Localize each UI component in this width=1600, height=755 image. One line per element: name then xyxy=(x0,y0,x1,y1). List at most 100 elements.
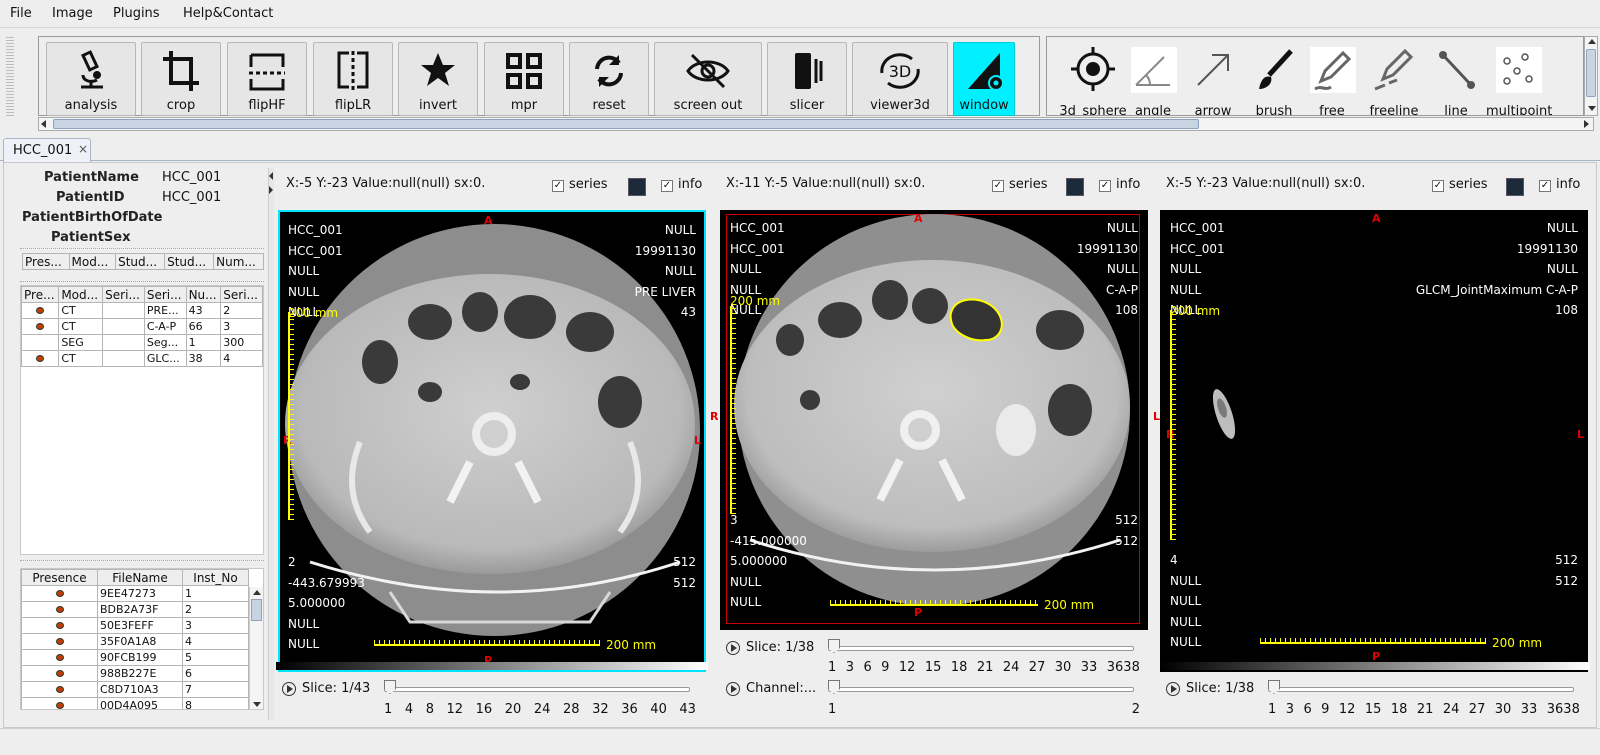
file-table-scrollbar[interactable] xyxy=(249,587,263,709)
overlay-bottom-right: 512 512 xyxy=(1115,513,1138,548)
study-col-study-1[interactable]: Stud... xyxy=(115,253,166,270)
angle-icon xyxy=(1135,56,1170,86)
file-row[interactable]: 988B227E 6 xyxy=(21,665,249,682)
line-button[interactable]: line xyxy=(1428,45,1484,115)
window-button[interactable]: window xyxy=(953,42,1015,116)
slicer-button[interactable]: slicer xyxy=(767,42,847,116)
menu-plugins[interactable]: Plugins xyxy=(113,6,160,21)
series-row[interactable]: SEG Seg... 1 300 xyxy=(20,334,263,351)
series-row[interactable]: CT C-A-P 66 3 xyxy=(20,318,263,335)
fliplr-button[interactable]: flipLR xyxy=(313,42,393,116)
patient-name-value: HCC_001 xyxy=(162,170,222,185)
play-channel-button[interactable] xyxy=(726,682,740,696)
series-col-series-1[interactable]: Seri... xyxy=(102,286,145,303)
play-slice-button[interactable] xyxy=(726,641,740,655)
file-row[interactable]: 90FCB199 5 xyxy=(21,649,249,666)
viewer-3: X:-5 Y:-23 Value:null(null) sx:0. ✓ seri… xyxy=(1160,168,1590,720)
toolbar-horizontal-scrollbar[interactable] xyxy=(38,117,1594,131)
target-icon xyxy=(1071,47,1115,91)
freeline-button[interactable]: freeline xyxy=(1366,45,1422,115)
mpr-button[interactable]: mpr xyxy=(484,42,564,116)
reset-button[interactable]: reset xyxy=(569,42,649,116)
series-thumbnail[interactable] xyxy=(628,178,646,196)
vertical-scale-label: 200 mm xyxy=(730,294,781,308)
file-row[interactable]: 50E3FEFF 3 xyxy=(21,617,249,634)
series-row[interactable]: CT PRE... 43 2 xyxy=(20,302,263,319)
fliphf-button[interactable]: flipHF xyxy=(227,42,307,116)
menu-image[interactable]: Image xyxy=(52,6,93,21)
pencil-icon xyxy=(1314,50,1352,91)
study-col-modality[interactable]: Mod... xyxy=(68,253,117,270)
orientation-top: A xyxy=(914,212,923,225)
study-col-presence[interactable]: Pres... xyxy=(22,253,70,270)
slice-slider[interactable] xyxy=(1268,687,1574,692)
invert-button[interactable]: invert xyxy=(398,42,478,116)
image-canvas[interactable]: HCC_001 HCC_001 NULL NULL NULL NULL 19991130 N… xyxy=(1160,210,1588,672)
menu-file[interactable]: File xyxy=(10,6,32,21)
slice-slider[interactable] xyxy=(384,687,690,692)
free-button[interactable]: free xyxy=(1304,45,1360,115)
analysis-button[interactable]: analysis xyxy=(46,42,136,116)
series-table-area: Pre... Mod... Seri... Seri... Nu... Seri… xyxy=(20,285,264,555)
screen-out-button[interactable]: screen out xyxy=(654,42,762,116)
arrow-icon xyxy=(1197,54,1229,86)
series-thumbnail[interactable] xyxy=(1506,178,1524,196)
slice-slider[interactable] xyxy=(828,646,1134,651)
cursor-coordinates: X:-5 Y:-23 Value:null(null) sx:0. xyxy=(286,176,486,191)
channel-slider[interactable] xyxy=(828,687,1134,692)
info-checkbox[interactable]: ✓ xyxy=(1099,180,1111,192)
file-row[interactable]: C8D710A3 7 xyxy=(21,681,249,698)
presence-icon xyxy=(55,622,64,629)
file-row[interactable]: BDB2A73F 2 xyxy=(21,601,249,618)
cursor-coordinates: X:-5 Y:-23 Value:null(null) sx:0. xyxy=(1166,176,1366,191)
file-row[interactable]: 00D4A095 8 xyxy=(21,697,249,709)
series-col-modality[interactable]: Mod... xyxy=(58,286,104,303)
star-icon xyxy=(421,53,455,86)
tab-hcc-001[interactable]: HCC_001 × xyxy=(3,138,91,162)
play-slice-button[interactable] xyxy=(1166,682,1180,696)
viewer3d-button[interactable]: 3D viewer3d xyxy=(852,42,948,116)
menu-help-contact[interactable]: Help&Contact xyxy=(183,6,273,21)
panel-splitter[interactable] xyxy=(268,168,274,720)
crop-icon xyxy=(163,51,199,91)
file-col-inst-no[interactable]: Inst_No xyxy=(182,569,249,586)
horizontal-scale-label: 200 mm xyxy=(1492,636,1543,650)
scroll-thumb[interactable] xyxy=(53,119,1199,129)
image-canvas[interactable]: HCC_001 HCC_001 NULL NULL NULL NULL 19991130 N… xyxy=(278,210,706,672)
file-table: Presence FileName Inst_No 9EE47273 1 BDB2… xyxy=(21,569,249,709)
file-row[interactable]: 35F0A1A8 4 xyxy=(21,633,249,650)
image-canvas[interactable]: HCC_001 HCC_001 NULL NULL NULL NULL 19991130 N… xyxy=(710,210,1160,630)
tab-close-icon[interactable]: × xyxy=(78,142,88,156)
study-col-study-2[interactable]: Stud... xyxy=(164,253,215,270)
vertical-scale-bar xyxy=(1170,310,1176,540)
multipoint-button[interactable]: multipoint xyxy=(1486,45,1552,115)
toolbar-vertical-scrollbar[interactable] xyxy=(1584,36,1598,116)
series-col-number[interactable]: Nu... xyxy=(185,286,222,303)
info-checkbox[interactable]: ✓ xyxy=(1539,180,1551,192)
series-row[interactable]: CT GLC... 38 4 xyxy=(20,350,263,367)
file-col-presence[interactable]: Presence xyxy=(21,569,98,586)
series-thumbnail[interactable] xyxy=(1066,178,1084,196)
file-col-filename[interactable]: FileName xyxy=(97,569,183,586)
series-col-series-3[interactable]: Seri... xyxy=(220,286,263,303)
info-checkbox[interactable]: ✓ xyxy=(661,180,673,192)
series-checkbox[interactable]: ✓ xyxy=(1432,180,1444,192)
3d-sphere-button[interactable]: 3d_sphere xyxy=(1059,45,1127,115)
patient-panel: PatientName HCC_001 PatientID HCC_001 Pa… xyxy=(18,168,266,720)
vertical-scale-bar xyxy=(288,312,294,520)
series-checkbox[interactable]: ✓ xyxy=(552,180,564,192)
crop-button[interactable]: crop xyxy=(141,42,221,116)
series-col-presence[interactable]: Pre... xyxy=(20,286,60,303)
presence-icon xyxy=(36,355,45,362)
multipoint-icon xyxy=(1503,53,1533,85)
file-row[interactable]: 9EE47273 1 xyxy=(21,585,249,602)
series-col-series-2[interactable]: Seri... xyxy=(143,286,187,303)
angle-button[interactable]: angle xyxy=(1125,45,1181,115)
presence-icon xyxy=(55,590,64,597)
tools-toolbar: 3d_sphere angle arrow brush free freelin… xyxy=(1046,36,1584,116)
arrow-button[interactable]: arrow xyxy=(1185,45,1241,115)
series-checkbox[interactable]: ✓ xyxy=(992,180,1004,192)
play-slice-button[interactable] xyxy=(282,682,296,696)
study-col-number[interactable]: Num... xyxy=(213,253,264,270)
toolbar-grip[interactable] xyxy=(6,36,14,116)
